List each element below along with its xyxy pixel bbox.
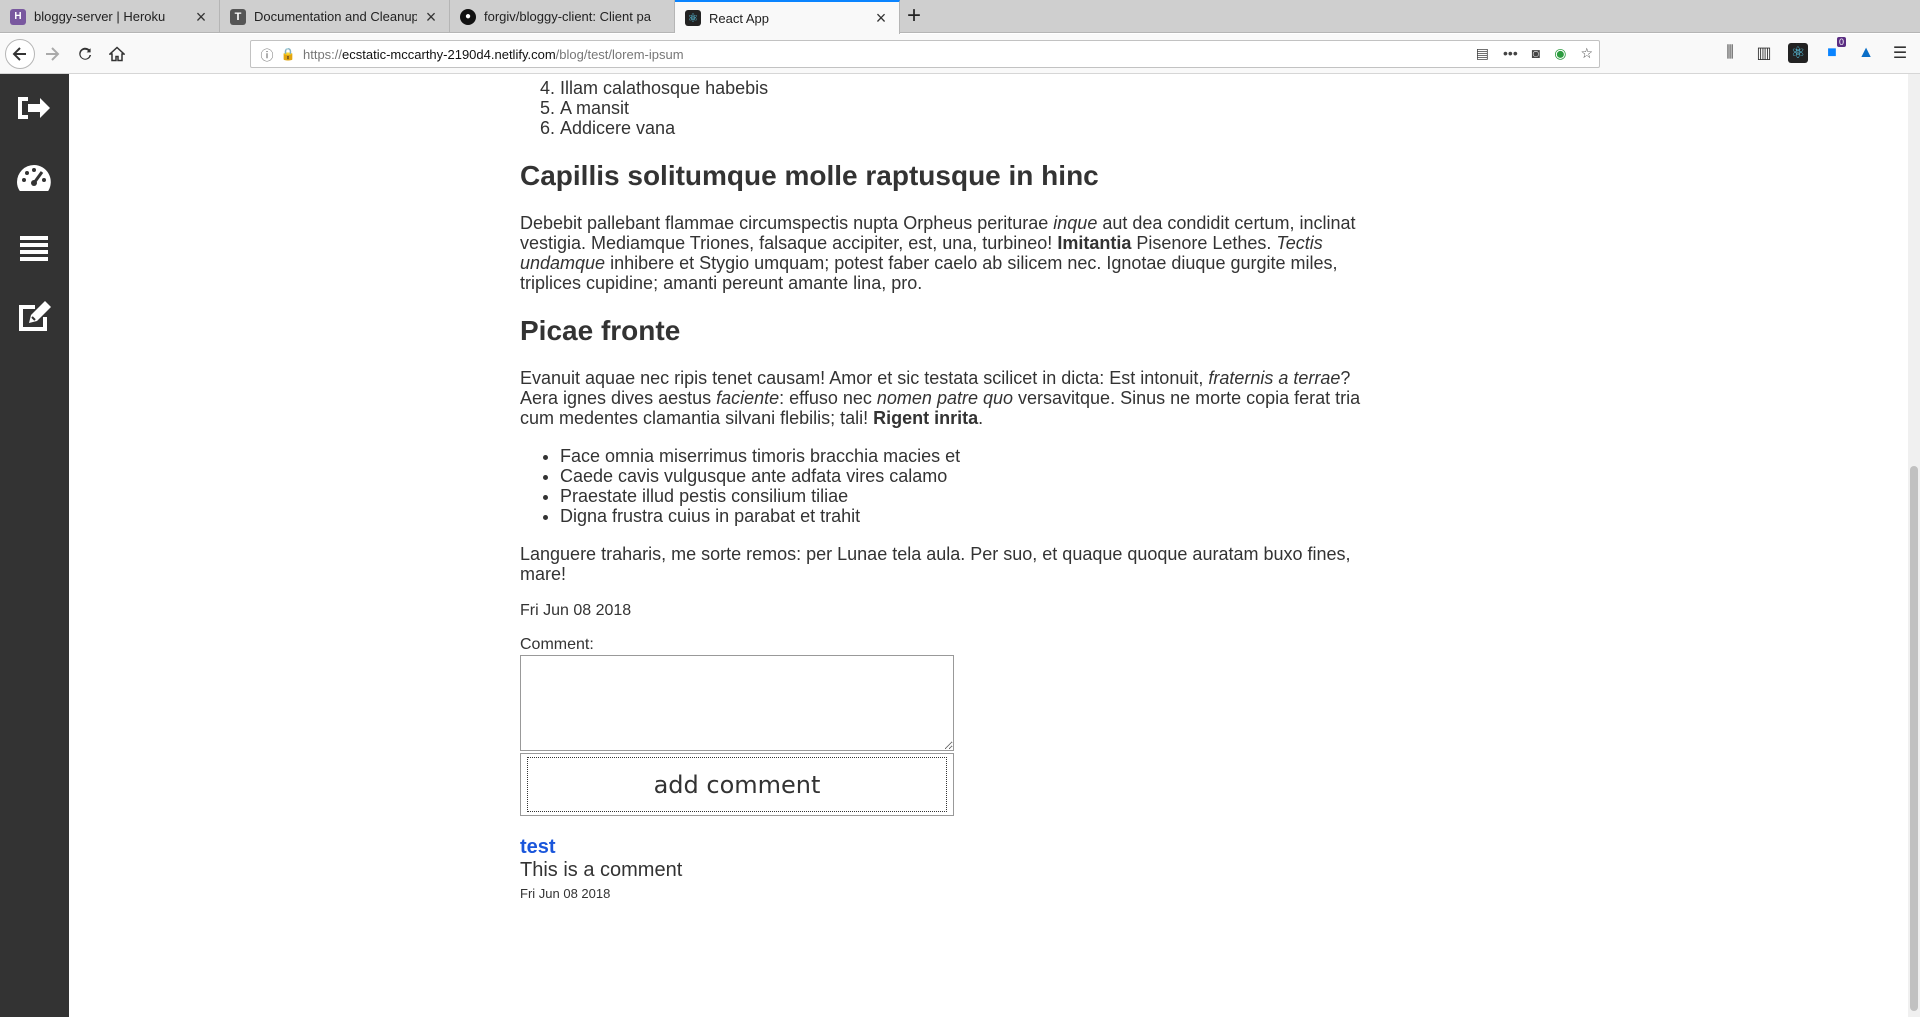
home-icon (109, 46, 125, 62)
close-icon[interactable]: × (193, 8, 209, 26)
lock-icon[interactable]: 🔒 (279, 47, 297, 61)
scrollbar[interactable] (1908, 74, 1920, 1017)
comment-label: Comment: (520, 636, 594, 653)
sidebar (0, 74, 69, 1017)
comment: test This is a comment Fri Jun 08 2018 (520, 836, 1365, 902)
paragraph: Languere traharis, me sorte remos: per L… (520, 544, 1351, 584)
library-icon[interactable]: ⫼ (1720, 43, 1740, 63)
tab-documentation[interactable]: T Documentation and Cleanup × (220, 0, 450, 33)
paragraph: Evanuit aquae nec ripis tenet causam! Am… (520, 368, 1361, 428)
dashboard-icon[interactable] (14, 158, 54, 198)
pocket-icon[interactable]: ◙ (1532, 45, 1540, 62)
tab-title: forgiv/bloggy-client: Client pa (484, 9, 651, 24)
arrow-left-icon (12, 47, 26, 61)
post-content: Illam calathosque habebis A mansit Addic… (520, 74, 1365, 902)
extension-badge-icon[interactable]: ■ 0 (1822, 37, 1846, 63)
scrollbar-thumb[interactable] (1910, 466, 1918, 1011)
comment-textarea[interactable] (520, 655, 954, 751)
add-comment-button[interactable]: add comment (520, 753, 954, 816)
close-icon[interactable]: × (873, 9, 889, 27)
page-actions-icon[interactable]: ••• (1503, 45, 1518, 62)
list-item: A mansit (560, 98, 1365, 118)
info-icon[interactable]: ⓘ (255, 45, 279, 64)
extension-badge: 0 (1836, 37, 1846, 47)
list-item: Addicere vana (560, 118, 1365, 138)
comment-text: This is a comment (520, 859, 683, 881)
github-icon: ● (460, 8, 476, 25)
tab-react-app[interactable]: ⚛ React App × (675, 0, 900, 34)
extension-icon[interactable]: ◉ (1554, 45, 1566, 62)
list-item: Digna frustra cuius in parabat et trahit (560, 506, 1365, 526)
post-date: Fri Jun 08 2018 (520, 602, 632, 619)
sign-out-icon[interactable] (14, 88, 54, 128)
url-text[interactable]: https://ecstatic-mccarthy-2190d4.netlify… (303, 47, 684, 62)
paragraph: Debebit pallebant flammae circumspectis … (520, 213, 1356, 293)
list-icon[interactable] (14, 228, 54, 268)
arrow-right-icon (46, 47, 60, 61)
tab-title: bloggy-server | Heroku (34, 9, 166, 24)
reload-button[interactable] (71, 40, 99, 68)
list-item: Caede cavis vulgusque ante adfata vires … (560, 466, 1365, 486)
tab-title: Documentation and Cleanup (254, 9, 417, 24)
home-button[interactable] (103, 40, 131, 68)
heroku-icon: H (10, 8, 26, 25)
react-devtools-icon[interactable]: ⚛ (1788, 43, 1808, 63)
new-tab-button[interactable]: + (900, 4, 928, 30)
nav-bar: ⓘ 🔒 https://ecstatic-mccarthy-2190d4.net… (0, 34, 1920, 74)
bullet-list: Face omnia miserrimus timoris bracchia m… (560, 446, 1365, 526)
netlify-icon[interactable]: ▲ (1856, 43, 1876, 63)
comment-date: Fri Jun 08 2018 (520, 886, 611, 901)
list-item: Praestate illud pestis consilium tiliae (560, 486, 1365, 506)
tab-heroku[interactable]: H bloggy-server | Heroku × (0, 0, 220, 33)
edit-icon[interactable] (14, 296, 54, 336)
add-comment-label: add comment (653, 770, 821, 799)
list-item: Face omnia miserrimus timoris bracchia m… (560, 446, 1365, 466)
forward-button[interactable] (38, 40, 66, 68)
reload-icon (79, 47, 92, 60)
list-item: Illam calathosque habebis (560, 78, 1365, 98)
back-button[interactable] (5, 39, 35, 69)
sidebar-toggle-icon[interactable]: ▥ (1754, 43, 1774, 63)
trello-icon: T (230, 8, 246, 25)
section-heading: Capillis solitumque molle raptusque in h… (520, 160, 1099, 191)
section-heading: Picae fronte (520, 315, 681, 346)
ordered-list: Illam calathosque habebis A mansit Addic… (560, 78, 1365, 138)
bookmark-star-icon[interactable]: ☆ (1580, 45, 1593, 62)
menu-icon[interactable]: ☰ (1890, 43, 1910, 63)
react-icon: ⚛ (685, 10, 701, 26)
url-bar[interactable]: ⓘ 🔒 https://ecstatic-mccarthy-2190d4.net… (250, 40, 1600, 68)
tab-github[interactable]: ● forgiv/bloggy-client: Client pa (450, 0, 675, 33)
close-icon[interactable]: × (423, 8, 439, 26)
reader-view-icon[interactable]: ▤ (1476, 45, 1489, 62)
comment-author[interactable]: test (520, 836, 1365, 858)
tab-title: React App (709, 10, 769, 26)
tab-bar: H bloggy-server | Heroku × T Documentati… (0, 0, 1920, 34)
